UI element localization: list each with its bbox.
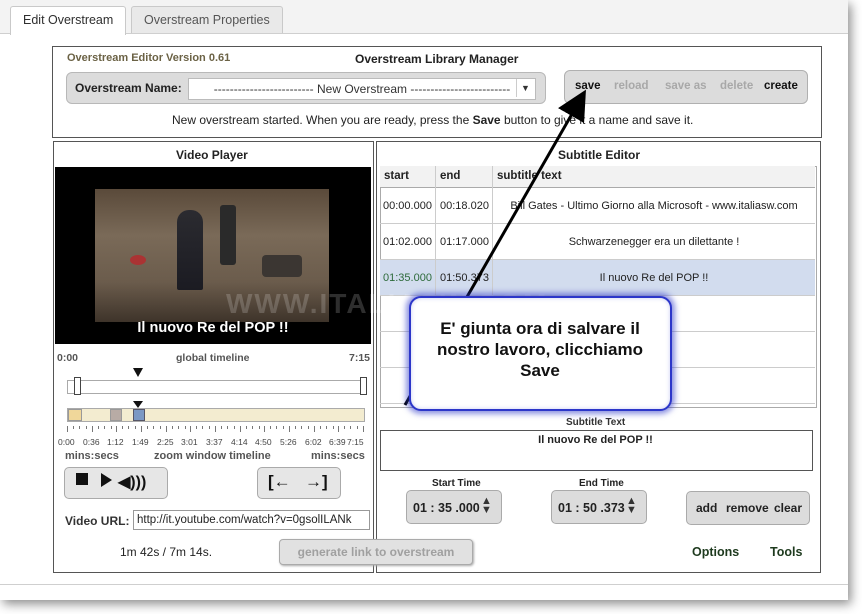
annotation-line-3: Save: [520, 361, 560, 380]
annotation-line-2: nostro lavoro, clicchiamo: [437, 340, 643, 359]
annotation-line-1: E' giunta ora di salvare il: [440, 319, 640, 338]
annotation-text: E' giunta ora di salvare il nostro lavor…: [409, 318, 671, 381]
